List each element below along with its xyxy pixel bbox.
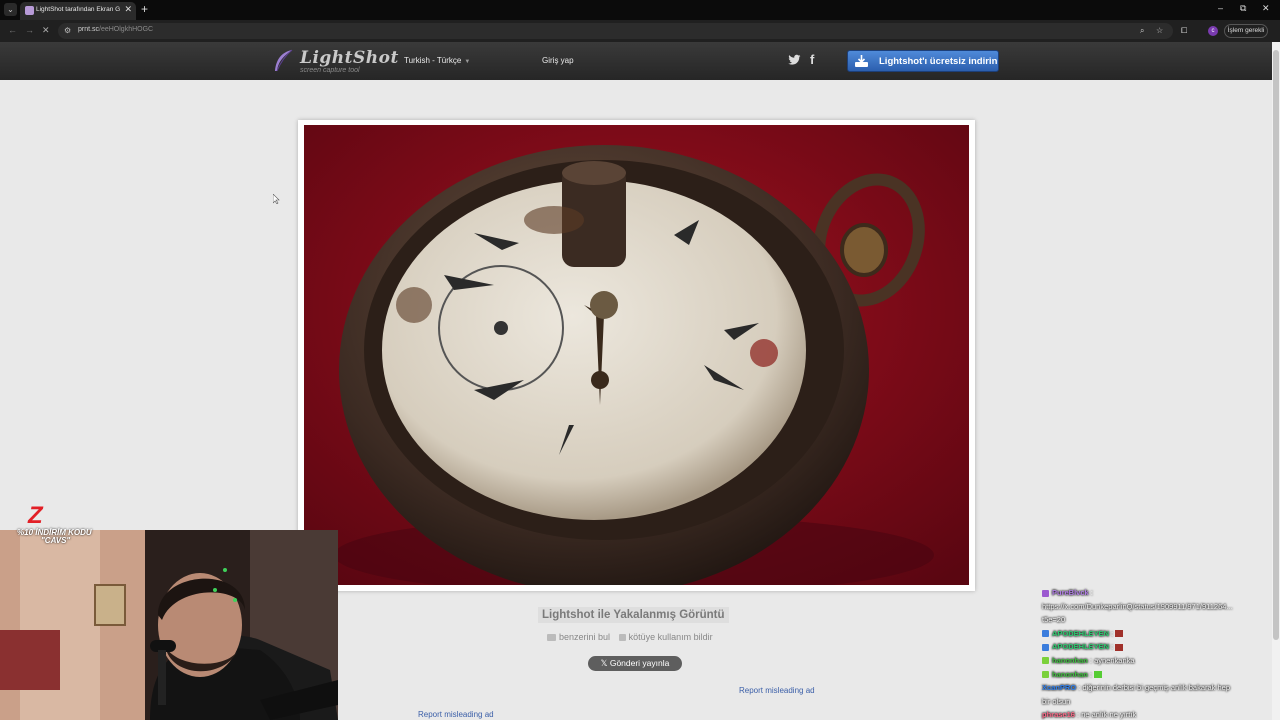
chat-username[interactable]: phrase16 <box>1042 710 1075 719</box>
chat-message: XcanPRO : diğerinin derbisi bi geçmiş an… <box>1042 681 1272 695</box>
chat-text: : aynenkanka <box>1087 655 1135 665</box>
browser-tab[interactable]: LightShot tarafından Ekran Görü ✕ <box>20 2 136 20</box>
language-label: Turkish - Türkçe <box>404 56 462 65</box>
profile-avatar[interactable]: c <box>1208 26 1218 36</box>
restore-button[interactable]: ⧉ <box>1240 3 1246 14</box>
feather-logo-icon <box>275 49 293 72</box>
facebook-icon[interactable]: f <box>810 52 814 67</box>
chat-text: t5e=20 <box>1042 615 1066 625</box>
report-abuse-link[interactable]: kötüye kullanım bildir <box>618 632 713 642</box>
twitter-icon[interactable] <box>788 54 801 66</box>
image-caption: Lightshot ile Yakalanmış Görüntü <box>538 607 729 623</box>
report-ad-link[interactable]: Report misleading ad <box>739 686 815 695</box>
chat-badge-icon <box>1042 589 1049 597</box>
chat-text: : <box>1087 669 1093 679</box>
chat-badge-icon <box>1042 671 1049 679</box>
chat-text: : <box>1088 588 1093 597</box>
page-scrollbar[interactable] <box>1272 42 1280 720</box>
chat-text: : diğerinin derbisi bi geçmiş anlık baka… <box>1076 683 1231 693</box>
streamer-webcam <box>0 530 338 720</box>
logo-tagline: screen capture tool <box>300 67 360 74</box>
site-logo[interactable]: LightShot <box>300 48 399 68</box>
chat-text: https://x.com/DunkeparlinQ/status/190991… <box>1042 601 1233 611</box>
chat-username[interactable]: XcanPRO <box>1042 683 1076 692</box>
report-ad-link-bottom[interactable]: Report misleading ad <box>418 710 494 719</box>
stop-loading-icon[interactable]: ✕ <box>42 25 50 36</box>
chat-text: bir olsun <box>1042 696 1071 706</box>
chat-emote-icon <box>1115 630 1124 638</box>
site-header: LightShot screen capture tool Turkish - … <box>0 42 1272 80</box>
chat-message: PureBlvck : <box>1042 586 1272 600</box>
scrollbar-thumb[interactable] <box>1273 50 1279 640</box>
download-icon <box>855 55 868 67</box>
chat-message: APODEHLEYEN : <box>1042 640 1272 654</box>
share-on-x-button[interactable]: 𝕏 Gönderi yayınla <box>588 656 682 671</box>
action-required-button[interactable]: İşlem gerekli <box>1224 24 1268 38</box>
image-actions: benzerini bul kötüye kullanım bildir <box>547 632 719 642</box>
pocket-watch-photo[interactable] <box>304 125 969 585</box>
chat-text: : <box>1109 642 1114 652</box>
toolbar: ← → ✕ ⚙ prnt.sc/eeHOlgkhHOGC ⌕ ☆ ⧠ <box>0 20 1280 42</box>
tab-strip: ⌄ LightShot tarafından Ekran Görü ✕ + – … <box>0 0 1280 20</box>
chat-text: : ne anlık ne yırtık <box>1074 710 1137 720</box>
language-selector[interactable]: Turkish - Türkçe ▼ <box>404 56 470 65</box>
chat-message: t5e=20 <box>1042 613 1272 627</box>
chat-emote-icon <box>1115 643 1124 651</box>
chat-message: bir olsun <box>1042 695 1272 709</box>
address-bar[interactable]: ⚙ prnt.sc/eeHOlgkhHOGC ⌕ ☆ <box>58 23 1173 39</box>
chat-message: phrase16 : ne anlık ne yırtık <box>1042 708 1272 720</box>
extensions-icon[interactable]: ⧠ <box>1181 26 1187 36</box>
bookmark-star-icon[interactable]: ☆ <box>1156 26 1163 35</box>
tab-search-button[interactable]: ⌄ <box>4 3 17 16</box>
stream-chat: PureBlvck : https://x.com/DunkeparlinQ/st… <box>1042 586 1272 720</box>
url-path: /eeHOlgkhHOGC <box>99 26 154 33</box>
site-info-icon[interactable]: ⚙ <box>64 26 71 35</box>
screenshot-frame <box>298 120 975 591</box>
chat-message: https://x.com/DunkeparlinQ/status/190991… <box>1042 600 1272 614</box>
chat-text: : <box>1109 628 1114 638</box>
image-icon <box>547 634 556 642</box>
promo-code-text: "CAVS" <box>41 536 71 545</box>
zoom-icon[interactable]: ⌕ <box>1140 26 1144 36</box>
flag-icon <box>618 634 626 642</box>
forward-icon[interactable]: → <box>25 25 34 35</box>
x-logo-icon: 𝕏 <box>600 658 610 668</box>
report-abuse-label: kötüye kullanım bildir <box>628 632 713 642</box>
download-button-label: Lightshot'ı ücretsiz indirin <box>879 56 998 67</box>
download-button[interactable]: Lightshot'ı ücretsiz indirin <box>847 50 999 72</box>
chat-message: hanonhan : <box>1042 668 1272 682</box>
login-link[interactable]: Giriş yap <box>542 56 574 65</box>
close-tab-icon[interactable]: ✕ <box>124 4 132 15</box>
new-tab-button[interactable]: + <box>141 2 148 16</box>
chevron-down-icon: ▼ <box>464 59 471 65</box>
mouse-cursor-icon <box>273 194 280 204</box>
url-text[interactable]: prnt.sc/eeHOlgkhHOGC <box>78 26 153 33</box>
back-icon[interactable]: ← <box>8 25 17 35</box>
chat-username[interactable]: APODEHLEYEN <box>1052 642 1109 651</box>
url-host: prnt.sc <box>78 26 100 33</box>
chat-badge-icon <box>1042 643 1049 651</box>
sponsor-promo: Z %10 İNDİRİM KODU "CAVS" <box>14 502 104 546</box>
chat-username[interactable]: PureBlvck <box>1052 588 1089 597</box>
chat-message: APODEHLEYEN : <box>1042 627 1272 641</box>
lightshot-favicon-icon <box>25 6 34 15</box>
chat-message: hanonhan : aynenkanka <box>1042 654 1272 668</box>
find-similar-link[interactable]: benzerini bul <box>547 632 610 642</box>
chat-badge-icon <box>1042 657 1049 665</box>
tab-title: LightShot tarafından Ekran Görü <box>36 6 120 13</box>
minimize-button[interactable]: – <box>1218 3 1223 13</box>
close-window-button[interactable]: ✕ <box>1262 3 1270 14</box>
chat-username[interactable]: APODEHLEYEN <box>1052 629 1109 638</box>
find-similar-label: benzerini bul <box>559 632 611 642</box>
chat-emote-icon <box>1094 671 1103 679</box>
chat-username[interactable]: hanonhan <box>1052 656 1088 665</box>
chat-username[interactable]: hanonhan <box>1052 670 1088 679</box>
sponsor-logo: Z <box>28 502 43 529</box>
chat-badge-icon <box>1042 630 1049 638</box>
share-button-label: Gönderi yayınla <box>609 658 670 668</box>
